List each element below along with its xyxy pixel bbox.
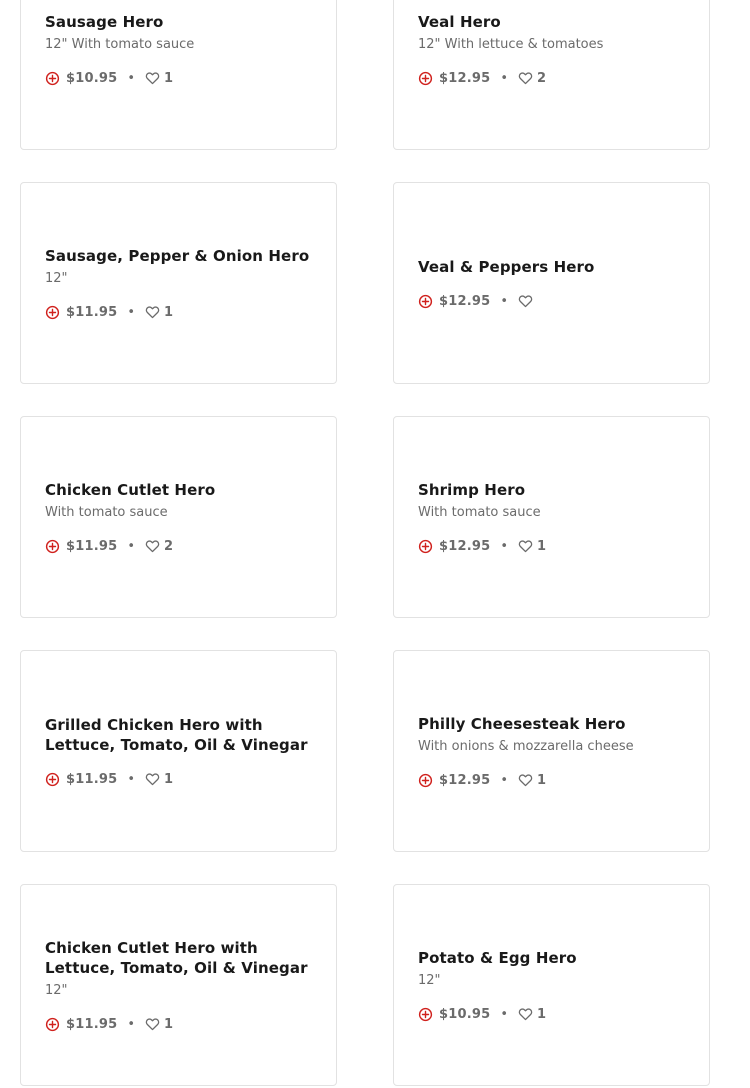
heart-outline-icon[interactable]	[145, 539, 160, 553]
item-meta: $10.95 • 1	[418, 1006, 693, 1022]
item-name: Philly Cheesesteak Hero	[418, 715, 626, 733]
plus-circle-icon[interactable]	[418, 71, 433, 86]
item-like-count: 2	[537, 70, 547, 86]
item-price: $10.95	[439, 1006, 491, 1022]
plus-circle-icon[interactable]	[45, 71, 60, 86]
item-price: $12.95	[439, 538, 491, 554]
menu-item-card[interactable]: Veal & Peppers Hero $12.95 •	[393, 182, 710, 384]
item-description: With onions & mozzarella cheese	[418, 739, 634, 754]
item-name: Chicken Cutlet Hero	[45, 481, 216, 499]
item-like-count: 1	[537, 538, 547, 554]
item-name: Shrimp Hero	[418, 481, 526, 499]
item-price: $12.95	[439, 70, 491, 86]
item-price: $11.95	[66, 304, 118, 320]
item-meta: $11.95 • 1	[45, 771, 320, 787]
item-price: $12.95	[439, 293, 491, 309]
menu-item-card[interactable]: Chicken Cutlet Hero With tomato sauce $1…	[20, 416, 337, 618]
item-price: $11.95	[66, 771, 118, 787]
item-price: $12.95	[439, 772, 491, 788]
menu-item-card[interactable]: Sausage Hero 12" With tomato sauce $10.9…	[20, 0, 337, 150]
item-meta: $12.95 • 1	[418, 772, 693, 788]
item-name: Potato & Egg Hero	[418, 949, 577, 967]
menu-item-card[interactable]: Sausage, Pepper & Onion Hero 12" $11.95 …	[20, 182, 337, 384]
heart-outline-icon[interactable]	[145, 305, 160, 319]
item-like-count: 1	[164, 70, 174, 86]
heart-outline-icon[interactable]	[145, 1017, 160, 1031]
heart-outline-icon[interactable]	[145, 772, 160, 786]
item-like-count: 1	[537, 1006, 547, 1022]
meta-separator: •	[127, 538, 136, 554]
item-name: Sausage Hero	[45, 13, 164, 31]
menu-item-card[interactable]: Grilled Chicken Hero with Lettuce, Tomat…	[20, 650, 337, 852]
meta-separator: •	[127, 304, 136, 320]
meta-separator: •	[500, 70, 509, 86]
item-description: With tomato sauce	[45, 505, 168, 520]
item-like-count: 1	[164, 304, 174, 320]
item-meta: $12.95 • 1	[418, 538, 693, 554]
meta-separator: •	[500, 538, 509, 554]
item-meta: $11.95 • 1	[45, 1016, 320, 1032]
heart-outline-icon[interactable]	[518, 294, 533, 308]
item-name: Veal & Peppers Hero	[418, 258, 595, 276]
item-like-count: 2	[164, 538, 174, 554]
plus-circle-icon[interactable]	[45, 1017, 60, 1032]
plus-circle-icon[interactable]	[418, 1007, 433, 1022]
item-name: Veal Hero	[418, 13, 501, 31]
meta-separator: •	[127, 771, 136, 787]
menu-items-grid: Sausage Hero 12" With tomato sauce $10.9…	[20, 0, 710, 1086]
meta-separator: •	[500, 293, 509, 309]
meta-separator: •	[500, 1006, 509, 1022]
item-description: 12"	[418, 973, 441, 988]
item-name: Chicken Cutlet Hero with Lettuce, Tomato…	[45, 939, 308, 977]
item-meta: $12.95 •	[418, 293, 693, 309]
plus-circle-icon[interactable]	[418, 539, 433, 554]
plus-circle-icon[interactable]	[45, 305, 60, 320]
plus-circle-icon[interactable]	[418, 294, 433, 309]
item-description: 12"	[45, 983, 68, 998]
item-price: $10.95	[66, 70, 118, 86]
item-name: Grilled Chicken Hero with Lettuce, Tomat…	[45, 716, 308, 754]
menu-item-card[interactable]: Philly Cheesesteak Hero With onions & mo…	[393, 650, 710, 852]
item-like-count: 1	[537, 772, 547, 788]
item-description: 12" With lettuce & tomatoes	[418, 37, 604, 52]
meta-separator: •	[500, 772, 509, 788]
item-meta: $11.95 • 2	[45, 538, 320, 554]
item-meta: $10.95 • 1	[45, 70, 320, 86]
plus-circle-icon[interactable]	[418, 773, 433, 788]
heart-outline-icon[interactable]	[518, 773, 533, 787]
item-description: 12"	[45, 271, 68, 286]
item-meta: $12.95 • 2	[418, 70, 693, 86]
item-name: Sausage, Pepper & Onion Hero	[45, 247, 310, 265]
item-price: $11.95	[66, 1016, 118, 1032]
heart-outline-icon[interactable]	[518, 539, 533, 553]
menu-page: Sausage Hero 12" With tomato sauce $10.9…	[0, 0, 750, 1088]
item-meta: $11.95 • 1	[45, 304, 320, 320]
heart-outline-icon[interactable]	[518, 71, 533, 85]
item-price: $11.95	[66, 538, 118, 554]
heart-outline-icon[interactable]	[518, 1007, 533, 1021]
menu-item-card[interactable]: Veal Hero 12" With lettuce & tomatoes $1…	[393, 0, 710, 150]
menu-item-card[interactable]: Potato & Egg Hero 12" $10.95 • 1	[393, 884, 710, 1086]
menu-item-card[interactable]: Shrimp Hero With tomato sauce $12.95 • 1	[393, 416, 710, 618]
meta-separator: •	[127, 1016, 136, 1032]
menu-item-card[interactable]: Chicken Cutlet Hero with Lettuce, Tomato…	[20, 884, 337, 1086]
item-like-count: 1	[164, 771, 174, 787]
plus-circle-icon[interactable]	[45, 772, 60, 787]
item-description: With tomato sauce	[418, 505, 541, 520]
plus-circle-icon[interactable]	[45, 539, 60, 554]
meta-separator: •	[127, 70, 136, 86]
item-like-count: 1	[164, 1016, 174, 1032]
heart-outline-icon[interactable]	[145, 71, 160, 85]
item-description: 12" With tomato sauce	[45, 37, 195, 52]
